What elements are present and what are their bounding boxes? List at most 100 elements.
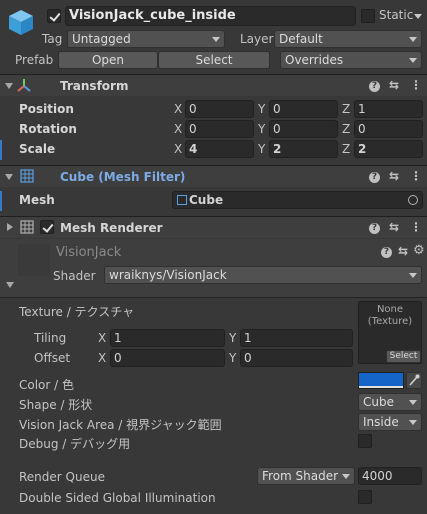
preset-icon[interactable]: ⇆ — [389, 78, 399, 92]
chevron-down-icon — [409, 420, 417, 425]
mesh-object-field[interactable]: Cube — [172, 191, 423, 209]
more-menu-icon[interactable]: ⋮ — [410, 169, 422, 183]
gear-icon[interactable]: ⚙ — [413, 243, 425, 258]
preset-icon[interactable]: ⇆ — [398, 244, 408, 258]
static-checkbox[interactable] — [361, 9, 375, 23]
axis-x-label[interactable]: X — [174, 122, 182, 136]
shader-dropdown[interactable]: wraiknys/VisionJack — [104, 266, 422, 284]
render-queue-field[interactable]: 4000 — [358, 467, 422, 485]
rotation-y-field[interactable]: 0 — [269, 120, 338, 138]
preset-icon[interactable]: ⇆ — [389, 220, 399, 234]
tag-dropdown[interactable]: Untagged — [67, 30, 225, 48]
modified-indicator — [0, 191, 2, 211]
static-label[interactable]: Static — [379, 8, 413, 22]
texture-label: Texture / テクスチャ — [19, 305, 135, 319]
double-sided-gi-checkbox[interactable] — [358, 490, 372, 504]
debug-checkbox[interactable] — [358, 434, 372, 448]
foldout-arrow-icon[interactable] — [5, 174, 13, 180]
transform-icon — [16, 78, 32, 94]
texture-none-text: None (Texture) — [367, 304, 413, 327]
rotation-x-field[interactable]: 0 — [185, 120, 254, 138]
debug-label: Debug / デバッグ用 — [19, 437, 131, 451]
overrides-value: Overrides — [285, 53, 344, 67]
offset-y-field[interactable]: 0 — [240, 349, 353, 367]
layer-dropdown[interactable]: Default — [274, 30, 422, 48]
transform-header[interactable]: Transform ? ⇆ ⋮ — [0, 74, 427, 96]
foldout-arrow-icon[interactable] — [7, 223, 13, 231]
axis-y-label[interactable]: Y — [258, 102, 265, 116]
prefab-select-button[interactable]: Select — [158, 51, 270, 69]
chevron-down-icon — [409, 58, 417, 63]
mesh-renderer-header[interactable]: Mesh Renderer ? ⇆ ⋮ — [0, 216, 427, 238]
gameobject-icon — [6, 7, 36, 37]
foldout-arrow-icon[interactable] — [5, 83, 13, 89]
preset-icon[interactable]: ⇆ — [389, 169, 399, 183]
layer-value: Default — [279, 32, 323, 46]
axis-y-label[interactable]: Y — [258, 142, 265, 156]
axis-y-label[interactable]: Y — [258, 122, 265, 136]
help-icon[interactable]: ? — [369, 172, 380, 183]
tag-label: Tag — [42, 32, 63, 46]
active-checkbox[interactable] — [47, 9, 61, 23]
texture-slot[interactable]: None (Texture) Select — [358, 301, 422, 364]
mesh-value: Cube — [189, 193, 224, 207]
mesh-renderer-icon — [20, 220, 34, 234]
position-x-field[interactable]: 0 — [185, 100, 254, 118]
axis-z-label[interactable]: Z — [342, 122, 350, 136]
color-swatch[interactable] — [358, 372, 404, 389]
scale-z-field[interactable]: 2 — [354, 140, 423, 158]
tiling-y-field[interactable]: 1 — [240, 329, 353, 347]
chevron-down-icon — [409, 37, 417, 42]
axis-x-label[interactable]: X — [174, 142, 182, 156]
divider — [0, 297, 427, 298]
mesh-icon — [177, 195, 187, 205]
vision-jack-area-dropdown[interactable]: Inside — [358, 413, 422, 431]
axis-y-label[interactable]: Y — [229, 351, 236, 365]
help-icon[interactable]: ? — [369, 81, 380, 92]
transform-title: Transform — [60, 79, 129, 93]
position-z-field[interactable]: 1 — [354, 100, 423, 118]
axis-y-label[interactable]: Y — [229, 331, 236, 345]
axis-z-label[interactable]: Z — [342, 142, 350, 156]
chevron-down-icon — [212, 37, 220, 42]
foldout-arrow-icon[interactable] — [6, 282, 14, 288]
object-name-field[interactable]: VisionJack_cube_inside — [65, 6, 356, 26]
vision-jack-area-label: Vision Jack Area / 視界ジャック範囲 — [19, 418, 222, 432]
scale-x-field[interactable]: 4 — [185, 140, 254, 158]
offset-x-field[interactable]: 0 — [110, 349, 225, 367]
render-queue-label: Render Queue — [19, 470, 105, 484]
prefab-label: Prefab — [15, 53, 54, 67]
area-value: Inside — [363, 415, 399, 429]
tag-value: Untagged — [72, 32, 131, 46]
axis-x-label[interactable]: X — [98, 331, 106, 345]
scale-y-field[interactable]: 2 — [269, 140, 338, 158]
mesh-filter-title: Cube (Mesh Filter) — [60, 170, 186, 184]
scale-label: Scale — [19, 142, 56, 156]
render-queue-mode: From Shader — [262, 469, 339, 483]
tiling-x-field[interactable]: 1 — [110, 329, 225, 347]
mesh-filter-icon — [20, 169, 34, 183]
prefab-open-button[interactable]: Open — [58, 51, 158, 69]
axis-x-label[interactable]: X — [174, 102, 182, 116]
more-menu-icon[interactable]: ⋮ — [410, 220, 422, 234]
chevron-down-icon — [409, 273, 417, 278]
tiling-label: Tiling — [34, 331, 67, 345]
shape-dropdown[interactable]: Cube — [358, 393, 422, 411]
more-menu-icon[interactable]: ⋮ — [410, 78, 422, 92]
help-icon[interactable]: ? — [381, 247, 392, 258]
mesh-filter-header[interactable]: Cube (Mesh Filter) ? ⇆ ⋮ — [0, 165, 427, 187]
render-queue-mode-dropdown[interactable]: From Shader — [257, 467, 355, 485]
prefab-overrides-dropdown[interactable]: Overrides — [280, 51, 422, 69]
chevron-down-icon — [342, 474, 350, 479]
axis-x-label[interactable]: X — [98, 351, 106, 365]
mesh-renderer-enabled-checkbox[interactable] — [40, 220, 54, 234]
object-picker-icon[interactable] — [408, 195, 418, 205]
static-dropdown-icon[interactable] — [414, 14, 422, 19]
position-y-field[interactable]: 0 — [269, 100, 338, 118]
help-icon[interactable]: ? — [369, 223, 380, 234]
rotation-z-field[interactable]: 0 — [354, 120, 423, 138]
eyedropper-icon[interactable] — [406, 372, 422, 389]
texture-select-button[interactable]: Select — [386, 350, 421, 363]
position-label: Position — [19, 102, 74, 116]
axis-z-label[interactable]: Z — [342, 102, 350, 116]
